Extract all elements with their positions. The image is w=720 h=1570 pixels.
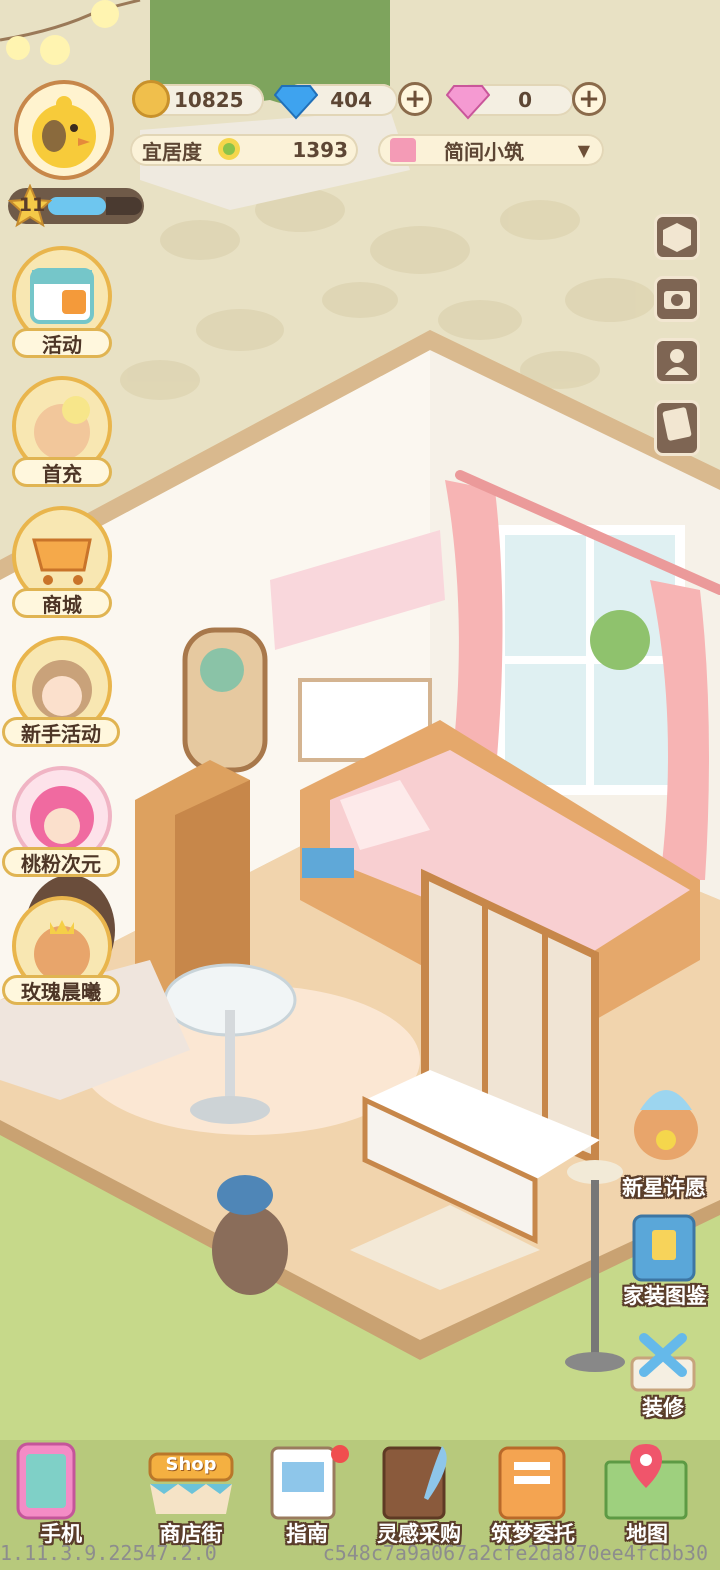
camera-button[interactable]: [654, 276, 700, 322]
diamond-icon: [273, 80, 319, 120]
renovate-tools-icon: [630, 1333, 696, 1392]
player-level: 11: [18, 194, 46, 216]
guide-book-icon: [270, 1445, 349, 1520]
comfort-label: 宜居度: [142, 139, 202, 164]
first-charge-label: 首充: [12, 457, 112, 487]
newbie-event-label: 新手活动: [2, 717, 120, 747]
chevron-down-icon: ▼: [577, 140, 590, 160]
nav-guide[interactable]: 指南: [252, 1440, 362, 1550]
quill-book-icon: [382, 1446, 447, 1520]
add-gem-button[interactable]: +: [572, 82, 606, 116]
gem-amount: 0: [518, 88, 532, 112]
pink-gem-icon: [445, 80, 491, 120]
box-icon: [663, 223, 691, 252]
build-hash: c548c7a9a067a2cfe2da870ee4fcbb30: [322, 1541, 708, 1565]
star-wish-label: 新星许愿: [622, 1176, 706, 1200]
room-selector[interactable]: 简间小筑 ▼: [378, 134, 604, 166]
version-text: 1.11.3.9.22547.2.0: [0, 1541, 217, 1565]
diamond-amount: 404: [330, 88, 372, 112]
catalog-book-icon: [632, 1214, 696, 1282]
renovate-label: 装修: [642, 1396, 684, 1420]
notebook-commission-icon: [498, 1446, 566, 1520]
nav-dream-commission[interactable]: 筑梦委托: [478, 1440, 588, 1550]
phone-icon: [16, 1442, 76, 1520]
coin-icon: [132, 80, 170, 118]
decor-catalog-label: 家装图鉴: [623, 1284, 707, 1308]
star-wish-button[interactable]: 新星许愿: [610, 1070, 718, 1200]
shop-label: 商城: [12, 588, 112, 618]
nav-phone[interactable]: 手机: [6, 1440, 116, 1550]
decor-catalog-button[interactable]: 家装图鉴: [612, 1212, 718, 1312]
box-button[interactable]: [654, 214, 700, 260]
exp-bar-track: [106, 197, 142, 215]
nav-map[interactable]: 地图: [592, 1440, 702, 1550]
person-icon: [665, 349, 689, 375]
notes-button[interactable]: [654, 400, 700, 456]
add-diamond-button[interactable]: +: [398, 82, 432, 116]
house-icon: [390, 138, 416, 162]
rose-dawn-label: 玫瑰晨曦: [2, 975, 120, 1005]
shop-stall-icon: [148, 1452, 234, 1514]
comfort-pill: 宜居度 1393: [130, 134, 358, 166]
room-name: 简间小筑: [444, 139, 524, 164]
peach-dimension-label: 桃粉次元: [2, 847, 120, 877]
comfort-value: 1393: [292, 138, 348, 162]
shop-sign-text: Shop: [165, 1454, 217, 1475]
notebook-icon: [662, 407, 692, 441]
chick-avatar-icon: [32, 96, 96, 168]
nav-shop-street[interactable]: Shop 商店街: [136, 1440, 246, 1550]
coin-amount: 10825: [174, 88, 244, 112]
fox-beanie-icon: [634, 1090, 698, 1160]
activity-label: 活动: [12, 328, 112, 358]
player-avatar[interactable]: [14, 80, 114, 180]
flower-icon: [214, 135, 244, 165]
exp-bar-fill: [48, 197, 106, 215]
character-button[interactable]: [654, 338, 700, 384]
camera-icon: [664, 291, 690, 309]
nav-inspiration[interactable]: 灵感采购: [364, 1440, 474, 1550]
map-pin-icon: [604, 1444, 688, 1520]
renovate-button[interactable]: 装修: [610, 1328, 716, 1428]
